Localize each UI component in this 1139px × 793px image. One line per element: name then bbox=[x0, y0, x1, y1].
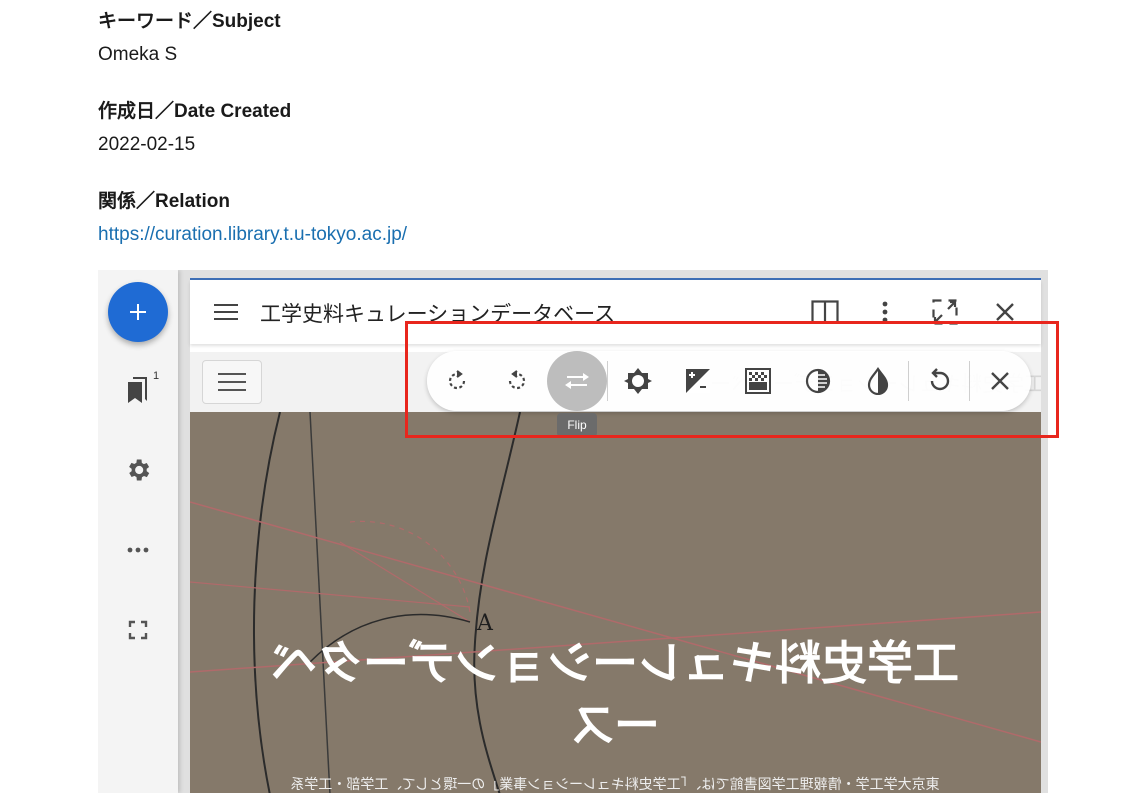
plus-icon bbox=[130, 304, 146, 320]
hero-subtitle: 東京大学工学・情報理工学図書館では、「工学史料キュレーション事業」の一環として、… bbox=[290, 776, 940, 792]
gear-icon bbox=[129, 459, 150, 481]
close-icon bbox=[996, 303, 1014, 321]
window-count-badge: 1 bbox=[153, 370, 160, 382]
workspace-rail: 1 bbox=[98, 270, 178, 793]
bookmarks-icon bbox=[128, 377, 147, 403]
fullscreen-icon bbox=[128, 620, 148, 640]
relation-link[interactable]: https://curation.library.t.u-tokyo.ac.jp… bbox=[98, 224, 407, 245]
fullscreen-button[interactable] bbox=[118, 610, 158, 650]
settings-button[interactable] bbox=[118, 450, 158, 490]
hamburger-icon bbox=[218, 373, 246, 391]
date-created-label: 作成日／Date Created bbox=[98, 101, 292, 122]
site-menu-button[interactable] bbox=[202, 360, 262, 404]
date-created-value: 2022-02-15 bbox=[98, 134, 196, 155]
window-menu-button[interactable] bbox=[210, 296, 242, 328]
window-list-button[interactable] bbox=[118, 370, 158, 410]
more-horizontal-icon bbox=[127, 547, 149, 553]
annotation-highlight-box bbox=[405, 321, 1059, 438]
hero-image: A 工学史料キュレーションデータベース 東京大学工学・情報理工学図書館では、「工… bbox=[190, 412, 1041, 793]
hamburger-icon bbox=[214, 304, 238, 320]
subject-value: Omeka S bbox=[98, 44, 178, 65]
relation-label: 関係／Relation bbox=[98, 191, 230, 212]
add-resource-button[interactable] bbox=[108, 282, 168, 342]
hero-title: 工学史料キュレーションデータベース bbox=[270, 637, 960, 751]
more-options-button[interactable] bbox=[118, 530, 158, 570]
subject-label: キーワード／Subject bbox=[98, 11, 281, 32]
more-vertical-icon bbox=[882, 301, 888, 323]
relation-value: https://curation.library.t.u-tokyo.ac.jp… bbox=[98, 224, 407, 246]
